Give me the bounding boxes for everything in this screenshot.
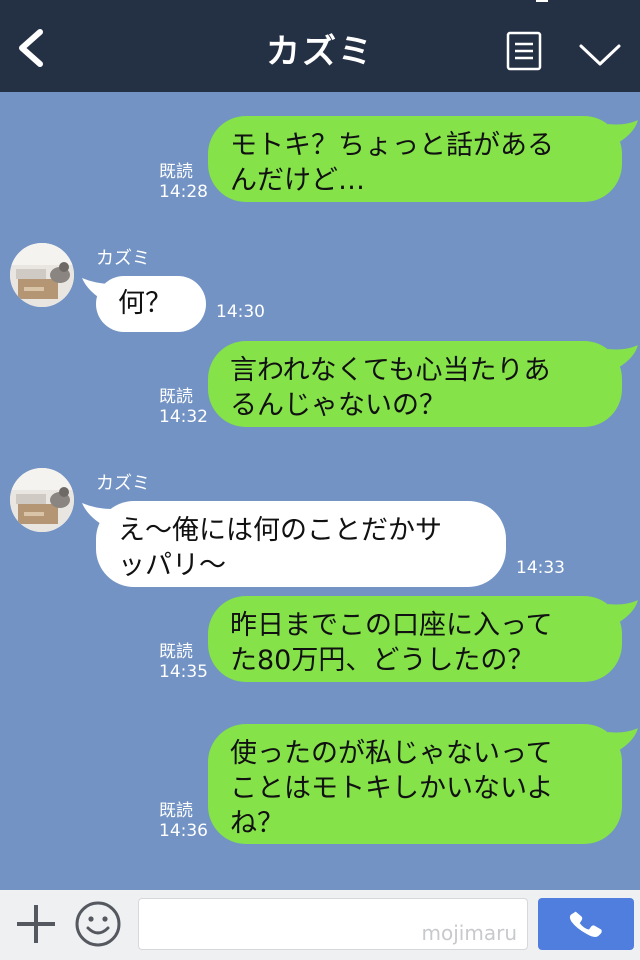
chat-title: カズミ	[266, 32, 374, 72]
read-label: 既読	[159, 801, 193, 821]
message-time: 14:35	[159, 662, 208, 682]
message-text-line: モトキ？ちょっと話がある	[230, 130, 554, 161]
menu-icon[interactable]	[506, 31, 542, 71]
read-receipt: 既読 14:32	[159, 387, 208, 427]
bubble-tail	[608, 120, 638, 144]
read-receipt: 既読 14:36	[159, 801, 208, 841]
outgoing-message-bubble[interactable]: 昨日までこの口座に入って た80万円、どうしたの？	[208, 596, 622, 682]
message-input[interactable]: mojimaru	[138, 898, 528, 950]
sender-name: カズミ	[96, 473, 150, 494]
message-text-line: た80万円、どうしたの？	[230, 645, 535, 676]
message-text-line: 昨日までこの口座に入って	[230, 610, 553, 641]
message-time: 14:32	[159, 407, 208, 427]
outgoing-message-bubble[interactable]: 言われなくても心当たりあ るんじゃないの？	[208, 341, 622, 427]
plus-icon[interactable]	[14, 902, 58, 946]
read-receipt: 既読 14:35	[159, 642, 208, 682]
smile-icon[interactable]	[74, 900, 122, 948]
message-text-line: んだけど…	[230, 165, 365, 196]
read-receipt: 既読 14:28	[159, 162, 208, 202]
sender-name: カズミ	[96, 248, 150, 269]
bubble-tail	[608, 345, 638, 369]
chevron-down-icon[interactable]	[578, 40, 622, 70]
message-text: 何？	[118, 288, 172, 319]
message-time: 14:36	[159, 821, 208, 841]
phone-icon	[569, 911, 602, 938]
message-text-line: ね？	[230, 808, 284, 839]
read-label: 既読	[159, 162, 193, 182]
bubble-tail	[608, 600, 638, 624]
chat-header: カズミ	[0, 0, 640, 92]
call-button[interactable]	[538, 898, 634, 950]
message-input-bar: mojimaru	[0, 890, 640, 960]
message-text-line: え〜俺には何のことだかサ	[118, 515, 442, 546]
chat-area[interactable]: 既読 14:28 モトキ？ちょっと話がある んだけど… カズミ 何？ 14:30…	[0, 92, 640, 890]
bubble-tail	[608, 728, 638, 752]
message-text-line: るんじゃないの？	[230, 390, 446, 421]
incoming-message-bubble[interactable]: え〜俺には何のことだかサ ッパリ〜	[96, 501, 506, 587]
message-time: 14:30	[216, 302, 265, 322]
read-label: 既読	[159, 642, 193, 662]
watermark-text: mojimaru	[421, 921, 517, 945]
avatar[interactable]	[10, 243, 74, 307]
incoming-message-bubble[interactable]: 何？	[96, 276, 206, 332]
outgoing-message-bubble[interactable]: 使ったのが私じゃないって ことはモトキしかいないよ ね？	[208, 724, 622, 844]
message-time: 14:28	[159, 182, 208, 202]
read-label: 既読	[159, 387, 193, 407]
avatar-photo	[10, 243, 74, 307]
message-text-line: 使ったのが私じゃないって	[230, 738, 553, 769]
outgoing-message-bubble[interactable]: モトキ？ちょっと話がある んだけど…	[208, 116, 622, 202]
avatar[interactable]	[10, 468, 74, 532]
message-time: 14:33	[516, 558, 565, 578]
message-text-line: 言われなくても心当たりあ	[230, 355, 551, 386]
top-indicator	[536, 0, 548, 2]
avatar-photo	[10, 468, 74, 532]
message-text-line: ことはモトキしかいないよ	[230, 773, 554, 804]
message-text-line: ッパリ〜	[118, 550, 226, 581]
